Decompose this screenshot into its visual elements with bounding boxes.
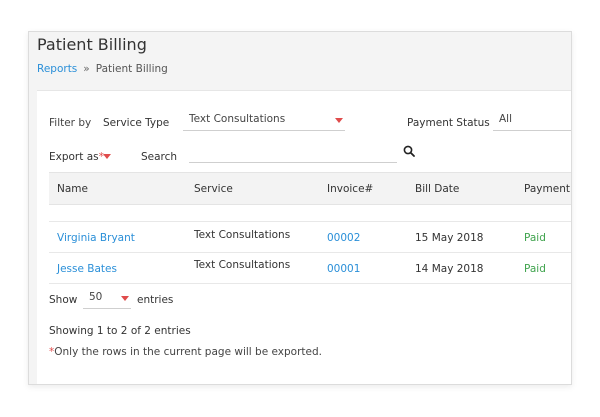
invoice-link[interactable]: 00001 <box>327 263 360 275</box>
caret-down-icon[interactable] <box>103 154 111 159</box>
service-cell: Text Consultations <box>194 229 291 241</box>
export-note: *Only the rows in the current page will … <box>49 346 322 358</box>
breadcrumb-reports-link[interactable]: Reports <box>37 63 77 75</box>
payment-status-cell: Paid <box>524 232 546 244</box>
search-input[interactable] <box>189 145 397 163</box>
bill-date-cell: 14 May 2018 <box>415 263 484 275</box>
patient-name-link[interactable]: Jesse Bates <box>57 263 117 275</box>
table-filter-row <box>49 205 571 222</box>
payment-status-label: Payment Status <box>407 117 490 129</box>
entries-summary: Showing 1 to 2 of 2 entries <box>49 325 191 337</box>
note-text: Only the rows in the current page will b… <box>54 346 322 358</box>
patient-name-link[interactable]: Virginia Bryant <box>57 232 135 244</box>
service-type-label: Service Type <box>103 117 170 129</box>
breadcrumb: Reports » Patient Billing <box>37 63 168 75</box>
table-header: Name Service Invoice# Bill Date Payment <box>49 172 571 205</box>
payment-status-cell: Paid <box>524 263 546 275</box>
page-size-select[interactable]: 50 <box>83 289 131 309</box>
show-label: Show <box>49 294 78 306</box>
breadcrumb-current: Patient Billing <box>95 63 168 75</box>
caret-down-icon <box>335 118 343 123</box>
service-type-value: Text Consultations <box>189 113 286 125</box>
caret-down-icon <box>121 296 129 301</box>
export-as-label: Export as <box>49 151 99 163</box>
column-header-service[interactable]: Service <box>194 183 233 195</box>
export-as-button[interactable]: Export as* <box>49 151 104 163</box>
table-row: Virginia Bryant Text Consultations 00002… <box>49 222 571 253</box>
app-window: Patient Billing Reports» Patient Billing … <box>28 31 572 385</box>
payment-status-value: All <box>499 113 513 125</box>
filter-by-label: Filter by <box>49 117 92 129</box>
billing-panel: Filter by Service Type Text Consultation… <box>37 90 571 384</box>
payment-status-select[interactable]: All <box>493 111 571 131</box>
breadcrumb-separator: » <box>83 63 90 75</box>
entries-label: entries <box>137 294 174 306</box>
page-title: Patient Billing <box>37 35 147 54</box>
column-header-bill-date[interactable]: Bill Date <box>415 183 459 195</box>
invoice-link[interactable]: 00002 <box>327 232 360 244</box>
column-header-name[interactable]: Name <box>57 183 88 195</box>
bill-date-cell: 15 May 2018 <box>415 232 484 244</box>
column-header-invoice[interactable]: Invoice# <box>327 183 373 195</box>
service-cell: Text Consultations <box>194 259 291 271</box>
table-row: Jesse Bates Text Consultations 00001 14 … <box>49 253 571 284</box>
page-size-value: 50 <box>89 291 103 303</box>
column-header-payment[interactable]: Payment <box>524 183 570 195</box>
service-type-select[interactable]: Text Consultations <box>183 111 345 131</box>
search-icon[interactable] <box>403 145 415 157</box>
search-label: Search <box>141 151 178 163</box>
